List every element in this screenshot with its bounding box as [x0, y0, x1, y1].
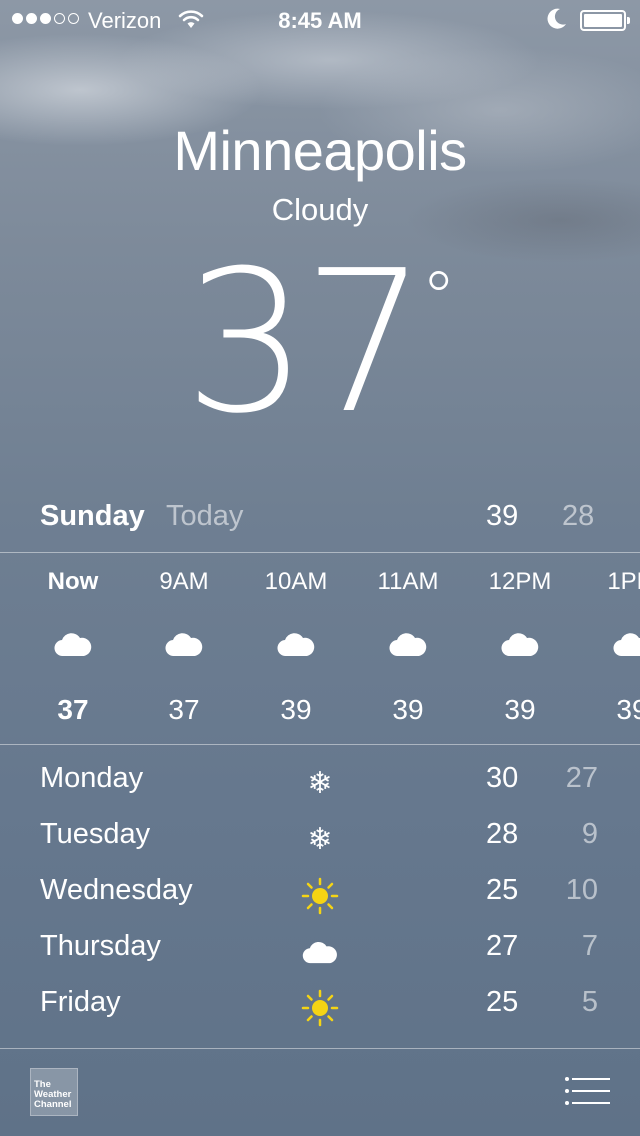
hour-time: Now — [47, 568, 99, 595]
list-icon[interactable] — [564, 1076, 610, 1106]
sun-icon — [300, 988, 340, 1028]
cloud-icon — [300, 932, 340, 972]
cloud-icon — [165, 633, 203, 657]
sun-icon — [300, 876, 340, 916]
city-name: Minneapolis — [173, 119, 467, 182]
daily-high: 28 — [486, 818, 519, 850]
daily-low: 10 — [565, 874, 598, 906]
hourly-forecast[interactable]: Now 37 9AM 37 10AM 39 11AM 39 12PM 39 1P… — [0, 556, 640, 742]
today-day-name: Sunday — [40, 500, 145, 532]
hour-temp: 39 — [504, 694, 536, 725]
cloud-icon — [613, 633, 640, 657]
divider — [0, 552, 640, 553]
today-label: Today — [166, 500, 244, 532]
weather-condition: Cloudy — [271, 192, 369, 227]
hour-temp: 39 — [616, 694, 640, 725]
daily-low: 5 — [581, 986, 598, 1018]
hour-time: 1PM — [607, 568, 640, 595]
today-low: 28 — [562, 500, 595, 532]
hour-time: 10AM — [264, 568, 328, 595]
daily-row: Friday 25 5 — [0, 976, 640, 1032]
hour-temp: 37 — [57, 694, 89, 725]
degree-symbol: ° — [421, 257, 457, 339]
daily-day-name: Wednesday — [40, 874, 193, 906]
battery-icon — [580, 10, 630, 31]
daily-day-name: Tuesday — [40, 818, 151, 850]
moon-icon — [547, 8, 566, 29]
snowflake-icon: ❄ — [307, 766, 333, 801]
daily-low: 9 — [581, 818, 598, 850]
daily-row: Tuesday ❄ 28 9 — [0, 808, 640, 864]
daily-day-name: Thursday — [40, 930, 161, 962]
cloud-icon — [389, 633, 427, 657]
daily-day-name: Monday — [40, 762, 144, 794]
snowflake-icon: ❄ — [307, 822, 333, 857]
divider — [0, 744, 640, 745]
daily-high: 25 — [486, 874, 519, 906]
footer-toolbar: The Weather Channel — [0, 1048, 640, 1136]
hour-temp: 37 — [168, 694, 200, 725]
daily-row: Monday ❄ 30 27 — [0, 752, 640, 808]
daily-low: 7 — [581, 930, 598, 962]
daily-low: 27 — [565, 762, 598, 794]
daily-high: 25 — [486, 986, 519, 1018]
daily-high: 30 — [486, 762, 519, 794]
cloud-icon — [54, 633, 92, 657]
weather-channel-logo[interactable]: The Weather Channel — [30, 1068, 78, 1116]
daily-row: Thursday 27 7 — [0, 920, 640, 976]
status-bar: Verizon 8:45 AM — [0, 0, 640, 40]
status-time: 8:45 AM — [278, 8, 362, 33]
cloud-icon — [277, 633, 315, 657]
hour-time: 9AM — [159, 568, 209, 595]
daily-high: 27 — [486, 930, 519, 962]
current-temperature: 37° — [183, 229, 457, 457]
today-high: 39 — [486, 500, 519, 532]
hour-time: 12PM — [488, 568, 552, 595]
today-summary-row: Sunday Today 39 28 — [0, 496, 640, 542]
hour-time: 11AM — [377, 568, 439, 595]
hour-temp: 39 — [392, 694, 424, 725]
hour-temp: 39 — [280, 694, 312, 725]
daily-row: Wednesday 25 10 — [0, 864, 640, 920]
daily-day-name: Friday — [40, 986, 121, 1018]
cloud-icon — [501, 633, 539, 657]
